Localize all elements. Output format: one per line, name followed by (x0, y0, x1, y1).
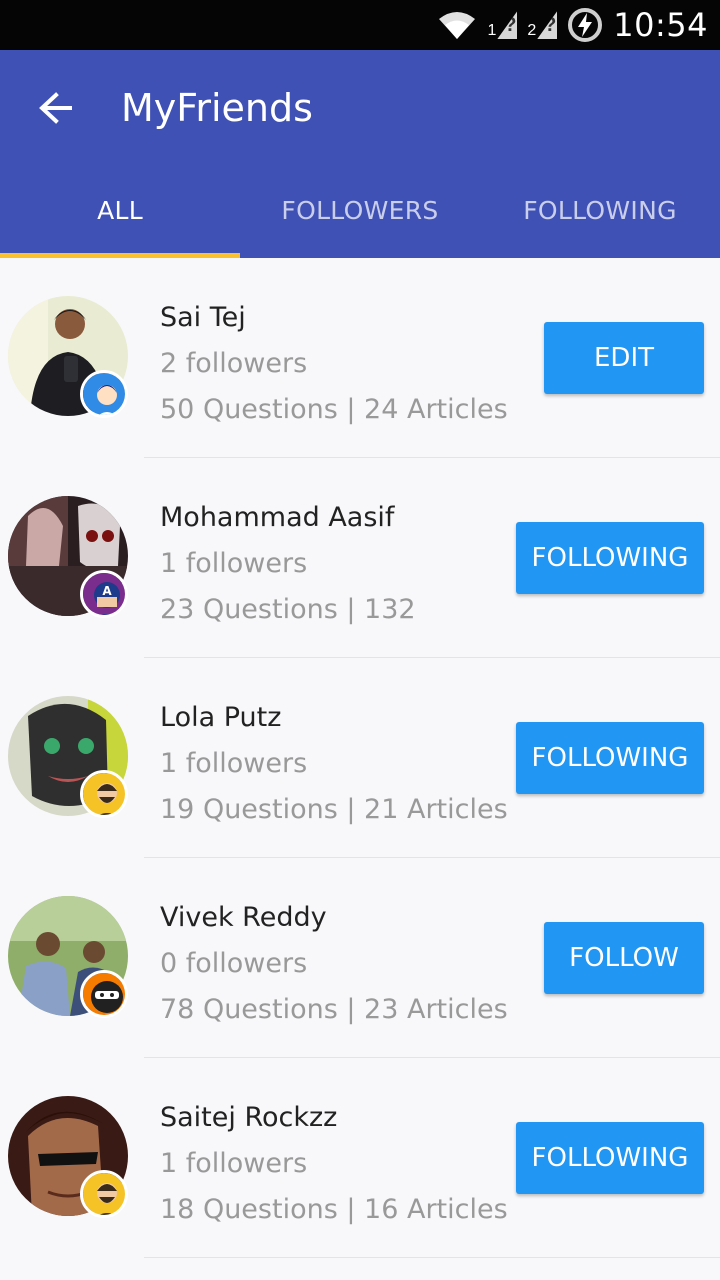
followers-count: 1 followers (160, 748, 308, 779)
content-stats: 19 Questions | 21 Articles (160, 794, 508, 825)
page-title: MyFriends (121, 86, 313, 130)
arrow-back-icon (39, 92, 72, 124)
following-button[interactable]: FOLLOWING (516, 1122, 704, 1194)
followers-count: 1 followers (160, 548, 308, 579)
content-stats: 78 Questions | 23 Articles (160, 994, 508, 1025)
sim1-signal-icon: 1 ? (487, 11, 518, 39)
followers-count: 0 followers (160, 948, 308, 979)
tab-following[interactable]: FOLLOWING (480, 168, 720, 258)
followers-count: 2 followers (160, 348, 308, 379)
friend-name: Vivek Reddy (160, 902, 327, 933)
friend-name: Saitej Rockzz (160, 1102, 338, 1133)
sim2-label: 2 (527, 22, 537, 39)
tab-followers[interactable]: FOLLOWERS (240, 168, 480, 258)
sim2-signal-icon: 2 ? (527, 11, 558, 39)
edit-button[interactable]: EDIT (544, 322, 704, 394)
battery-charging-icon (568, 8, 603, 42)
level-badge (80, 1170, 128, 1218)
following-button[interactable]: FOLLOWING (516, 522, 704, 594)
content-stats: 18 Questions | 16 Articles (160, 1194, 508, 1225)
friends-list: Sai Tej 2 followers 50 Questions | 24 Ar… (0, 258, 720, 1258)
friend-name: Mohammad Aasif (160, 502, 395, 533)
list-item[interactable]: Saitej Rockzz 1 followers 18 Questions |… (0, 1058, 720, 1258)
level-badge: A (80, 570, 128, 618)
tab-all[interactable]: ALL (0, 168, 240, 258)
svg-text:A: A (102, 584, 112, 598)
tab-bar: ALL FOLLOWERS FOLLOWING (0, 168, 720, 258)
content-stats: 50 Questions | 24 Articles (160, 394, 508, 425)
app-bar: MyFriends ALL FOLLOWERS FOLLOWING (0, 50, 720, 258)
followers-count: 1 followers (160, 1148, 308, 1179)
wifi-icon (439, 12, 476, 39)
friend-name: Lola Putz (160, 702, 282, 733)
sim1-label: 1 (487, 22, 497, 39)
clock: 10:54 (613, 6, 708, 44)
following-button[interactable]: FOLLOWING (516, 722, 704, 794)
list-item[interactable]: A Mohammad Aasif 1 followers 23 Question… (0, 458, 720, 658)
back-button[interactable] (30, 82, 82, 134)
status-bar: 1 ? 2 ? 10:54 (0, 0, 720, 50)
list-item[interactable]: Sai Tej 2 followers 50 Questions | 24 Ar… (0, 258, 720, 458)
list-item[interactable]: Lola Putz 1 followers 19 Questions | 21 … (0, 658, 720, 858)
level-badge (80, 970, 128, 1018)
content-stats: 23 Questions | 132 (160, 594, 416, 625)
level-badge (80, 770, 128, 818)
follow-button[interactable]: FOLLOW (544, 922, 704, 994)
divider (144, 1257, 720, 1258)
level-badge (80, 370, 128, 418)
friend-name: Sai Tej (160, 302, 246, 333)
list-item[interactable]: Vivek Reddy 0 followers 78 Questions | 2… (0, 858, 720, 1058)
